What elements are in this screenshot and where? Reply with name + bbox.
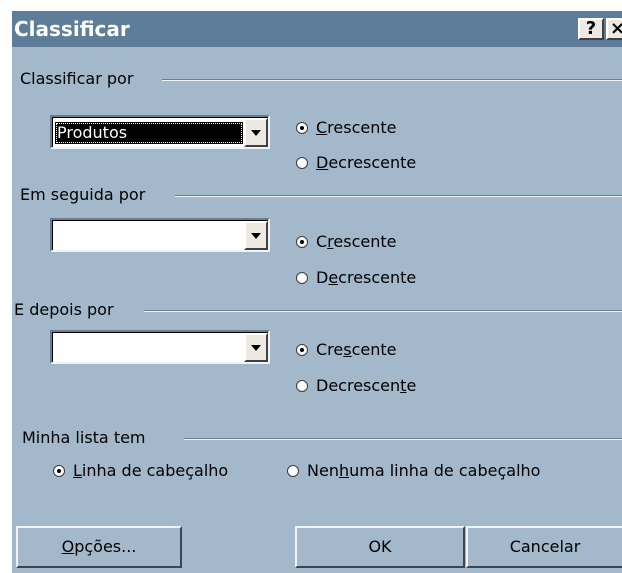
cancel-button[interactable]: Cancelar bbox=[466, 526, 622, 568]
then-by-descending-radio[interactable]: Decrescente bbox=[296, 268, 416, 288]
then-by-divider bbox=[175, 195, 622, 197]
radio-unchecked-icon bbox=[287, 465, 299, 477]
no-header-row-radio[interactable]: Nenhuma linha de cabeçalho bbox=[287, 461, 540, 481]
options-button[interactable]: Opções... bbox=[16, 526, 182, 568]
radio-label: Crescente bbox=[316, 340, 397, 359]
radio-label: Crescente bbox=[316, 232, 397, 251]
and-then-by-value bbox=[55, 337, 243, 359]
chevron-down-icon bbox=[251, 233, 261, 239]
close-button[interactable]: × bbox=[606, 18, 622, 40]
radio-checked-icon bbox=[296, 122, 308, 134]
and-then-by-ascending-radio[interactable]: Crescente bbox=[296, 340, 397, 360]
radio-label: Decrescente bbox=[316, 153, 417, 172]
radio-unchecked-icon bbox=[296, 157, 308, 169]
sort-by-select[interactable]: Produtos bbox=[50, 115, 270, 149]
title-bar[interactable]: Classificar ? × bbox=[12, 11, 622, 47]
sort-by-descending-radio[interactable]: Decrescente bbox=[296, 153, 416, 173]
radio-label: Decrescente bbox=[316, 376, 417, 395]
window-title: Classificar bbox=[14, 17, 130, 41]
radio-label: Decrescente bbox=[316, 268, 417, 287]
radio-unchecked-icon bbox=[296, 380, 308, 392]
radio-unchecked-icon bbox=[296, 272, 308, 284]
then-by-ascending-radio[interactable]: Crescente bbox=[296, 232, 396, 252]
radio-checked-icon bbox=[296, 344, 308, 356]
and-then-by-dropdown-button[interactable] bbox=[244, 333, 268, 362]
list-has-divider bbox=[184, 438, 622, 440]
sort-by-ascending-radio[interactable]: Crescente bbox=[296, 118, 396, 138]
header-row-radio[interactable]: Linha de cabeçalho bbox=[53, 461, 228, 481]
sort-by-dropdown-button[interactable] bbox=[244, 118, 268, 147]
sort-by-value: Produtos bbox=[55, 122, 243, 144]
ok-button[interactable]: OK bbox=[295, 526, 465, 568]
chevron-down-icon bbox=[251, 130, 261, 136]
sort-by-divider bbox=[162, 79, 622, 81]
then-by-value bbox=[55, 225, 243, 247]
and-then-by-select[interactable] bbox=[50, 330, 270, 364]
radio-label: Linha de cabeçalho bbox=[73, 461, 229, 480]
sort-dialog: Classificar ? × Classificar por Produtos… bbox=[12, 11, 622, 573]
list-has-label: Minha lista tem bbox=[22, 428, 146, 447]
radio-label: Crescente bbox=[316, 118, 397, 137]
radio-checked-icon bbox=[296, 236, 308, 248]
and-then-by-divider bbox=[144, 310, 622, 312]
and-then-by-descending-radio[interactable]: Decrescente bbox=[296, 376, 416, 396]
radio-label: Nenhuma linha de cabeçalho bbox=[307, 461, 541, 480]
chevron-down-icon bbox=[251, 345, 261, 351]
radio-checked-icon bbox=[53, 465, 65, 477]
help-button[interactable]: ? bbox=[578, 18, 604, 40]
then-by-select[interactable] bbox=[50, 218, 270, 252]
then-by-dropdown-button[interactable] bbox=[244, 221, 268, 250]
then-by-label: Em seguida por bbox=[20, 185, 146, 204]
and-then-by-label: E depois por bbox=[14, 300, 114, 319]
sort-by-label: Classificar por bbox=[20, 69, 134, 88]
